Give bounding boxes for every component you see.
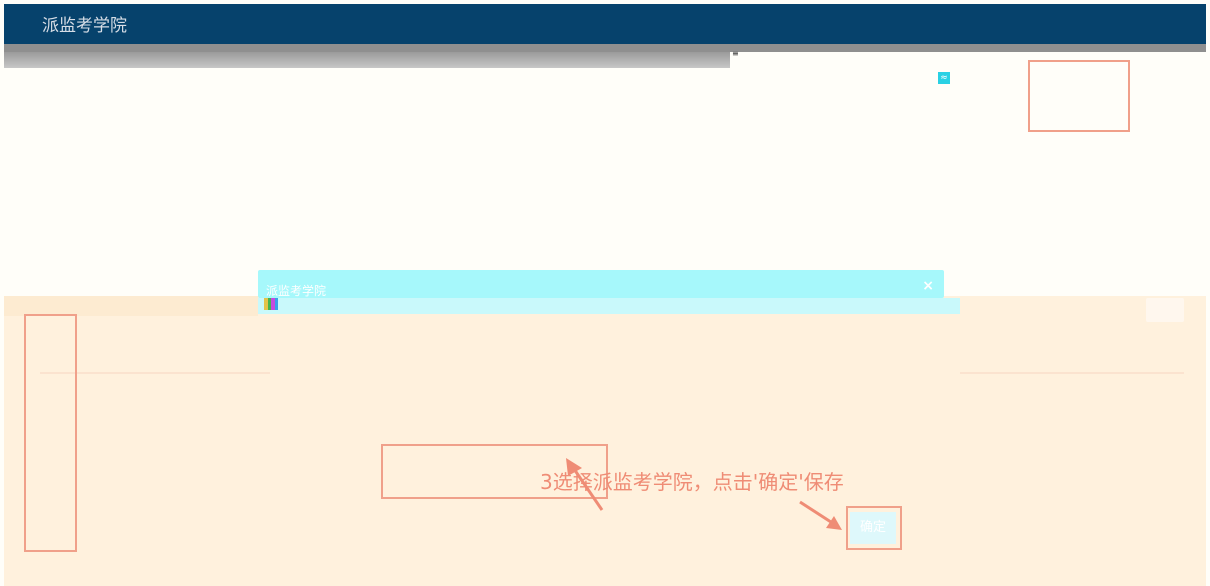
annotation-arrows [566,458,842,530]
